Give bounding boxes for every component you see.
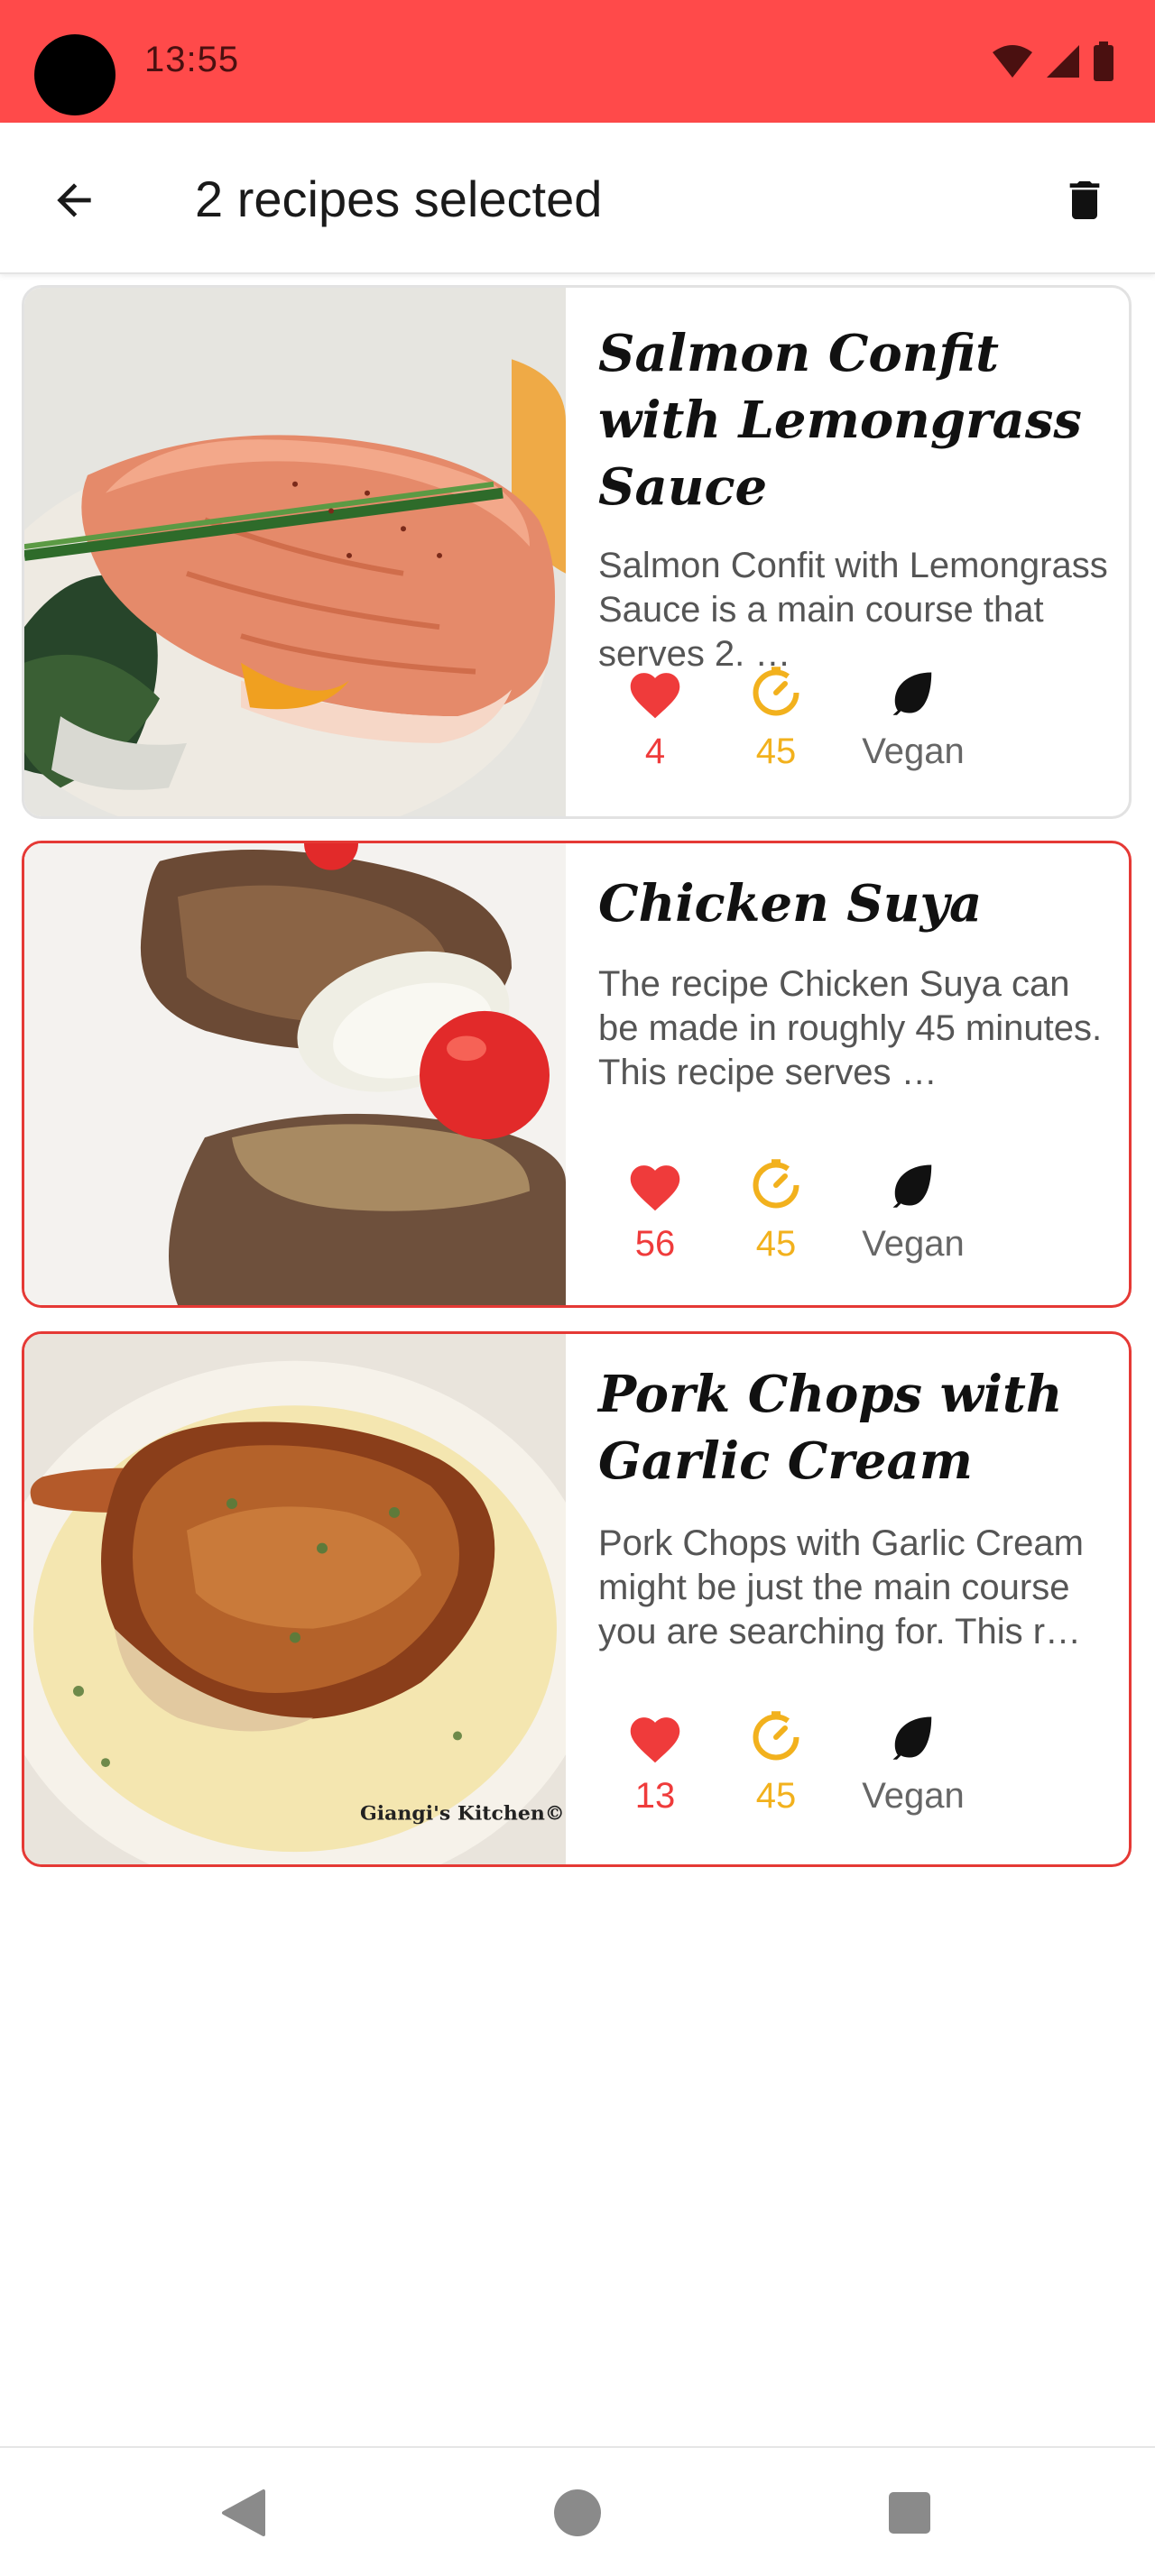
minutes-count: 45 — [755, 1776, 797, 1816]
recipe-stats: 56 45 Vegan — [595, 1157, 990, 1265]
nav-back-button[interactable] — [217, 2486, 271, 2540]
vegan-stat: Vegan — [836, 1709, 990, 1817]
status-icons — [991, 40, 1115, 83]
recipe-image-pork-chops: Giangi's Kitchen© — [24, 1334, 566, 1864]
recipe-stats: 4 45 Vegan — [595, 665, 990, 772]
likes-count: 4 — [644, 731, 666, 771]
recipe-description: The recipe Chicken Suya can be made in r… — [598, 964, 1103, 1092]
signal-icon — [1047, 45, 1079, 78]
time-stat: 45 — [716, 1709, 836, 1817]
heart-icon — [630, 1165, 680, 1211]
recipe-description: Pork Chops with Garlic Cream might be ju… — [598, 1523, 1084, 1651]
time-stat: 45 — [716, 665, 836, 772]
minutes-count: 45 — [755, 1224, 797, 1264]
recipe-content: Pork Chops with Garlic Cream Pork Chops … — [598, 1334, 1111, 1816]
clock-icon — [753, 1159, 799, 1209]
recipe-card-chicken-suya[interactable]: Chicken Suya The recipe Chicken Suya can… — [22, 841, 1132, 1308]
wifi-icon — [993, 45, 1032, 78]
contextual-action-bar: 2 recipes selected — [0, 123, 1155, 274]
triangle-back-icon — [222, 2489, 265, 2536]
nav-recents-button[interactable] — [882, 2486, 937, 2540]
recipe-description: Salmon Confit with Lemongrass Sauce is a… — [598, 546, 1108, 674]
leaf-icon — [892, 672, 932, 715]
page-title: 2 recipes selected — [195, 170, 603, 227]
status-bar: 13:55 — [0, 0, 1155, 123]
likes-stat: 13 — [595, 1709, 716, 1817]
back-button[interactable] — [36, 162, 112, 238]
likes-stat: 4 — [595, 665, 716, 772]
likes-count: 13 — [634, 1776, 676, 1816]
recipe-card-salmon[interactable]: Salmon Confit with Lemongrass Sauce Salm… — [22, 285, 1132, 819]
recipe-content: Chicken Suya The recipe Chicken Suya can… — [598, 843, 1111, 1264]
recipe-image-salmon — [24, 288, 566, 816]
trash-icon — [1069, 181, 1100, 219]
diet-label: Vegan — [862, 1224, 965, 1264]
circle-home-icon — [554, 2489, 601, 2536]
battery-icon — [1094, 41, 1113, 81]
recipe-title: Salmon Confit with Lemongrass Sauce — [598, 324, 1082, 517]
system-navigation-bar — [0, 2446, 1155, 2576]
diet-label: Vegan — [862, 1776, 965, 1816]
camera-cutout — [34, 34, 116, 115]
recipe-title: Pork Chops with Garlic Cream — [598, 1365, 1063, 1491]
status-time: 13:55 — [144, 40, 240, 79]
recipe-card-pork-chops[interactable]: Giangi's Kitchen© Pork Chops with Garlic… — [22, 1331, 1132, 1867]
image-watermark: Giangi's Kitchen© — [360, 1802, 565, 1826]
clock-icon — [753, 1711, 799, 1761]
leaf-icon — [892, 1716, 932, 1760]
clock-icon — [753, 667, 799, 716]
recipe-title: Chicken Suya — [598, 874, 983, 934]
vegan-stat: Vegan — [836, 665, 990, 772]
leaf-icon — [892, 1164, 932, 1208]
likes-count: 56 — [634, 1224, 676, 1264]
likes-stat: 56 — [595, 1157, 716, 1265]
arrow-left-icon — [57, 183, 91, 217]
heart-icon — [630, 673, 680, 719]
delete-button[interactable] — [1047, 162, 1123, 238]
time-stat: 45 — [716, 1157, 836, 1265]
recipe-stats: 13 45 Vegan — [595, 1709, 990, 1817]
minutes-count: 45 — [755, 731, 797, 771]
nav-home-button[interactable] — [550, 2486, 605, 2540]
vegan-stat: Vegan — [836, 1157, 990, 1265]
heart-icon — [630, 1717, 680, 1763]
recipe-image-chicken-suya — [24, 843, 566, 1305]
recipe-content: Salmon Confit with Lemongrass Sauce Salm… — [598, 288, 1111, 771]
diet-label: Vegan — [862, 731, 965, 771]
square-recents-icon — [889, 2492, 930, 2534]
